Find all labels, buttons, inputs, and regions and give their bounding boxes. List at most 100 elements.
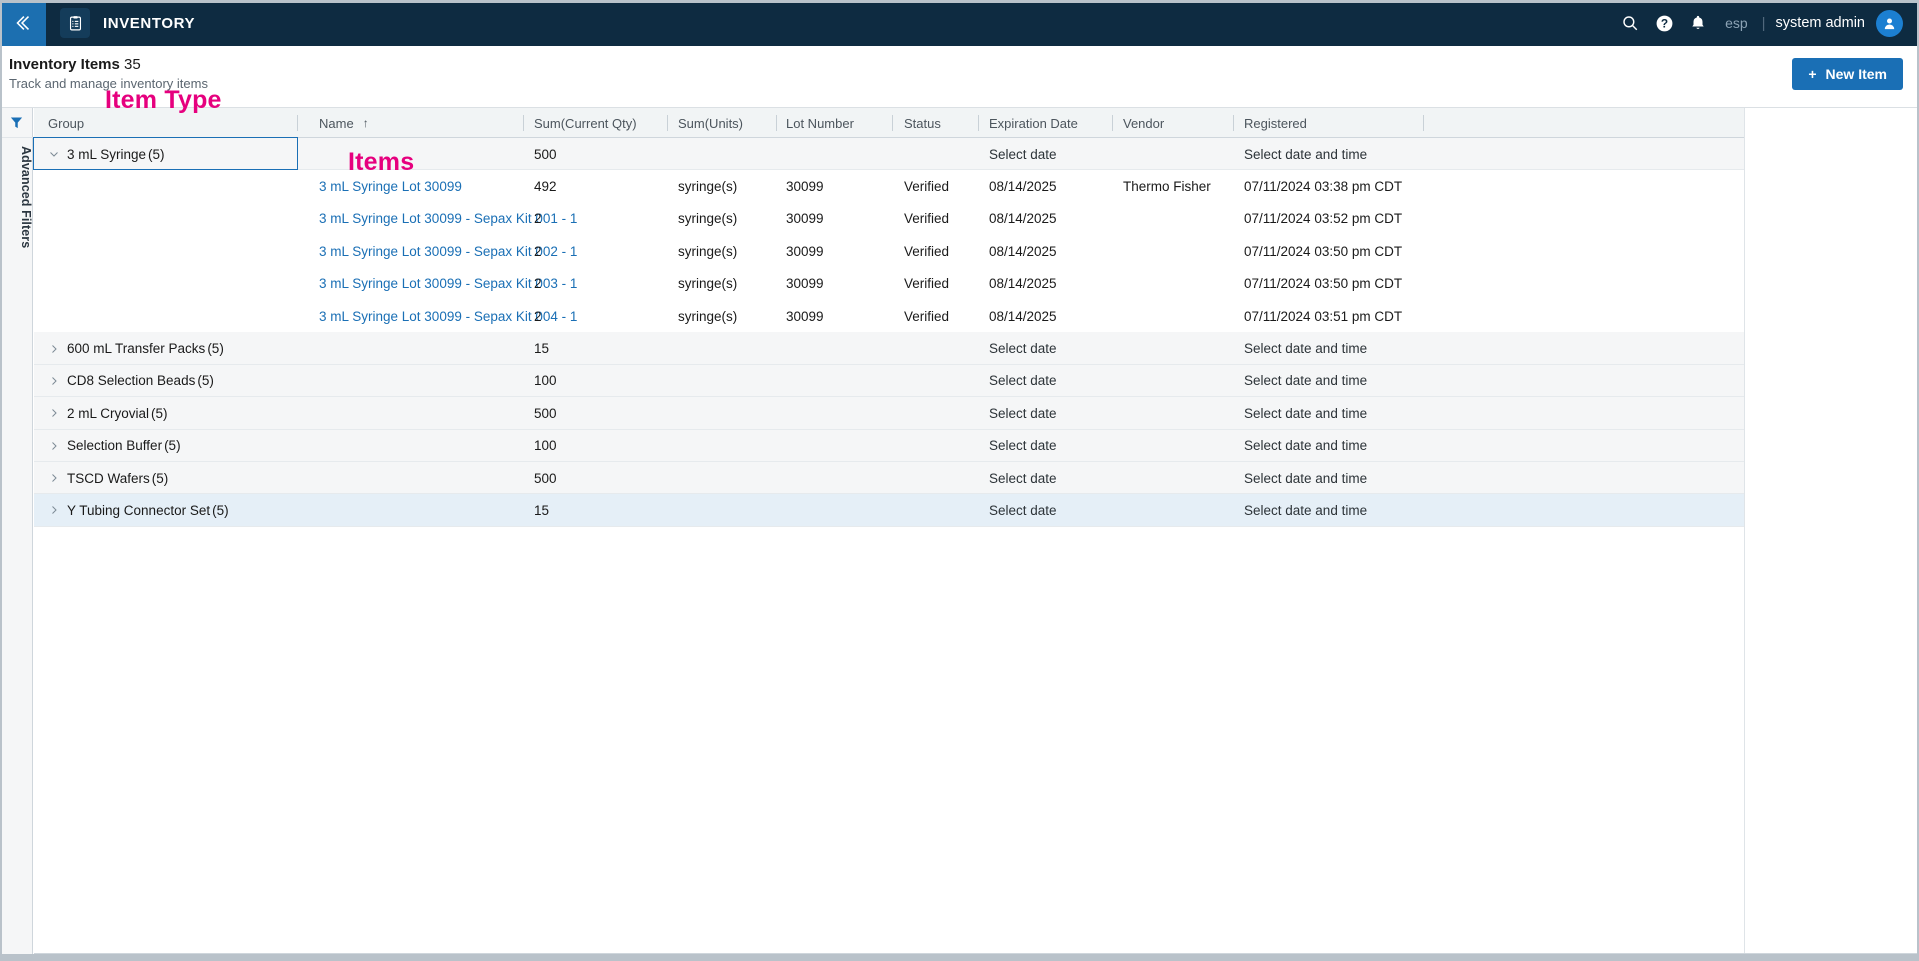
column-header-expiration[interactable]: Expiration Date — [989, 108, 1078, 138]
chevron-right-icon[interactable] — [46, 397, 62, 429]
group-row[interactable]: TSCD Wafers (5) 500 Select date Select date … — [34, 461, 1745, 495]
group-count: (5) — [212, 502, 229, 518]
column-header-group[interactable]: Group — [48, 108, 84, 138]
cell-lot_number: 30099 — [786, 308, 824, 324]
group-name: CD8 Selection Beads — [67, 373, 196, 389]
language-selector[interactable]: esp — [1725, 15, 1748, 31]
cell-expiration: Select date — [989, 373, 1057, 389]
inventory-item-count: 35 — [124, 56, 141, 73]
column-header-label: Registered — [1244, 115, 1307, 131]
cell-sum_qty: 500 — [534, 146, 557, 162]
cell-expiration: Select date — [989, 438, 1057, 454]
search-button[interactable] — [1613, 0, 1647, 46]
table-row[interactable]: 3 mL Syringe Lot 30099 492 syringe(s) 30099… — [34, 170, 1745, 203]
cell-sum_qty: 100 — [534, 438, 557, 454]
group-row[interactable]: 600 mL Transfer Packs (5) 15 Select date Sel… — [34, 332, 1745, 365]
page-title-text: Inventory Items — [9, 56, 120, 73]
bell-icon — [1692, 15, 1704, 30]
collapse-sidebar-button[interactable] — [0, 0, 46, 46]
column-header-status[interactable]: Status — [904, 108, 941, 138]
cell-registered: 07/11/2024 03:51 pm CDT — [1244, 308, 1403, 324]
cell-expiration: Select date — [989, 405, 1057, 421]
chevron-right-icon[interactable] — [46, 430, 62, 462]
group-row[interactable]: Selection Buffer (5) 100 Select date Select … — [34, 429, 1745, 462]
cell-expiration: 08/14/2025 — [989, 211, 1057, 227]
table-row[interactable]: 3 mL Syringe Lot 30099 - Sepax Kit 004 -… — [34, 299, 1745, 333]
column-divider-1 — [523, 115, 524, 131]
column-header-label: Status — [904, 115, 941, 131]
advanced-filters-label[interactable]: Advanced Filters — [0, 142, 33, 248]
group-count: (5) — [207, 341, 224, 357]
group-count: (5) — [148, 146, 165, 162]
cell-sum_qty: 500 — [534, 470, 557, 486]
cell-status: Verified — [904, 179, 950, 195]
column-header-registered[interactable]: Registered — [1244, 108, 1307, 138]
chevron-double-left-icon — [16, 16, 30, 30]
column-header-sum_qty[interactable]: Sum(Current Qty) — [534, 108, 637, 138]
group-row[interactable]: 2 mL Cryovial (5) 500 Select date Select dat… — [34, 397, 1745, 430]
notifications-button[interactable] — [1681, 0, 1715, 46]
plus-icon: + — [1808, 66, 1817, 82]
column-header-sum_units[interactable]: Sum(Units) — [678, 108, 743, 138]
column-divider-6 — [1112, 115, 1113, 131]
column-header-lot_number[interactable]: Lot Number — [786, 108, 854, 138]
table-row[interactable]: 3 mL Syringe Lot 30099 - Sepax Kit 002 -… — [34, 235, 1745, 268]
group-label: 3 mL Syringe (5) — [67, 138, 165, 170]
page-subtitle: Track and manage inventory items — [9, 76, 208, 91]
chevron-right-icon[interactable] — [46, 332, 62, 364]
advanced-filters-rail[interactable]: Advanced Filters — [0, 108, 33, 954]
username-label[interactable]: system admin — [1776, 15, 1865, 31]
user-avatar-icon[interactable] — [1876, 9, 1903, 37]
group-row[interactable]: 3 mL Syringe (5) 500 Select date Select date… — [33, 137, 1745, 171]
inventory-page: INVENTORY ? esp | system admin Inventory… — [0, 0, 1919, 961]
funnel-filter-icon — [10, 117, 23, 129]
column-divider-4 — [892, 115, 893, 131]
chevron-down-icon[interactable] — [46, 138, 62, 170]
cell-status: Verified — [904, 276, 950, 292]
group-count: (5) — [151, 405, 168, 421]
cell-sum_units: syringe(s) — [678, 243, 738, 259]
cell-registered: Select date and time — [1244, 502, 1368, 518]
column-divider-0 — [297, 115, 298, 131]
new-item-label: New Item — [1825, 66, 1887, 82]
group-row[interactable]: CD8 Selection Beads (5) 100 Select date Sele… — [34, 364, 1745, 398]
cell-expiration: Select date — [989, 502, 1057, 518]
column-header-label: Group — [48, 115, 85, 131]
cell-expiration: 08/14/2025 — [989, 308, 1057, 324]
cell-sum_qty: 15 — [534, 502, 550, 518]
chevron-right-icon[interactable] — [46, 365, 62, 397]
window-edge-left — [0, 0, 2, 961]
chevron-right-icon[interactable] — [46, 462, 62, 494]
cell-sum_qty: 2 — [534, 276, 542, 292]
cell-name[interactable]: 3 mL Syringe Lot 30099 — [319, 170, 462, 202]
column-header-label: Name — [319, 115, 354, 131]
cell-sum_qty: 2 — [534, 211, 542, 227]
page-title: Inventory Items 35 — [9, 56, 141, 73]
window-edge-top — [0, 0, 1919, 3]
help-circle-icon: ? — [1656, 15, 1672, 31]
cell-registered: Select date and time — [1244, 373, 1368, 389]
cell-registered: Select date and time — [1244, 470, 1368, 486]
group-name: Y Tubing Connector Set — [67, 502, 211, 518]
cell-sum_qty: 100 — [534, 373, 557, 389]
column-header-vendor[interactable]: Vendor — [1123, 108, 1164, 138]
group-row[interactable]: Y Tubing Connector Set (5) 15 Select date Se… — [34, 494, 1745, 527]
table-row[interactable]: 3 mL Syringe Lot 30099 - Sepax Kit 001 -… — [34, 202, 1745, 236]
table-row[interactable]: 3 mL Syringe Lot 30099 - Sepax Kit 003 -… — [34, 267, 1745, 300]
advanced-filters-toggle[interactable] — [0, 108, 33, 138]
appbar-separator: | — [1761, 14, 1766, 32]
cell-sum_qty: 492 — [534, 179, 557, 195]
group-name: Selection Buffer — [67, 438, 163, 454]
column-header-label: Lot Number — [786, 115, 854, 131]
chevron-right-icon[interactable] — [46, 494, 62, 526]
new-item-button[interactable]: + New Item — [1792, 58, 1903, 90]
column-divider-5 — [978, 115, 979, 131]
page-header: Inventory Items 35 Track and manage inve… — [0, 46, 1919, 108]
column-header-label: Expiration Date — [989, 115, 1078, 131]
cell-sum_units: syringe(s) — [678, 276, 738, 292]
help-button[interactable]: ? — [1647, 0, 1681, 46]
column-header-name[interactable]: Name ↑ — [319, 108, 369, 138]
cell-vendor: Thermo Fisher — [1123, 179, 1211, 195]
grid-right-divider — [1744, 108, 1745, 954]
group-label: TSCD Wafers (5) — [67, 462, 168, 494]
